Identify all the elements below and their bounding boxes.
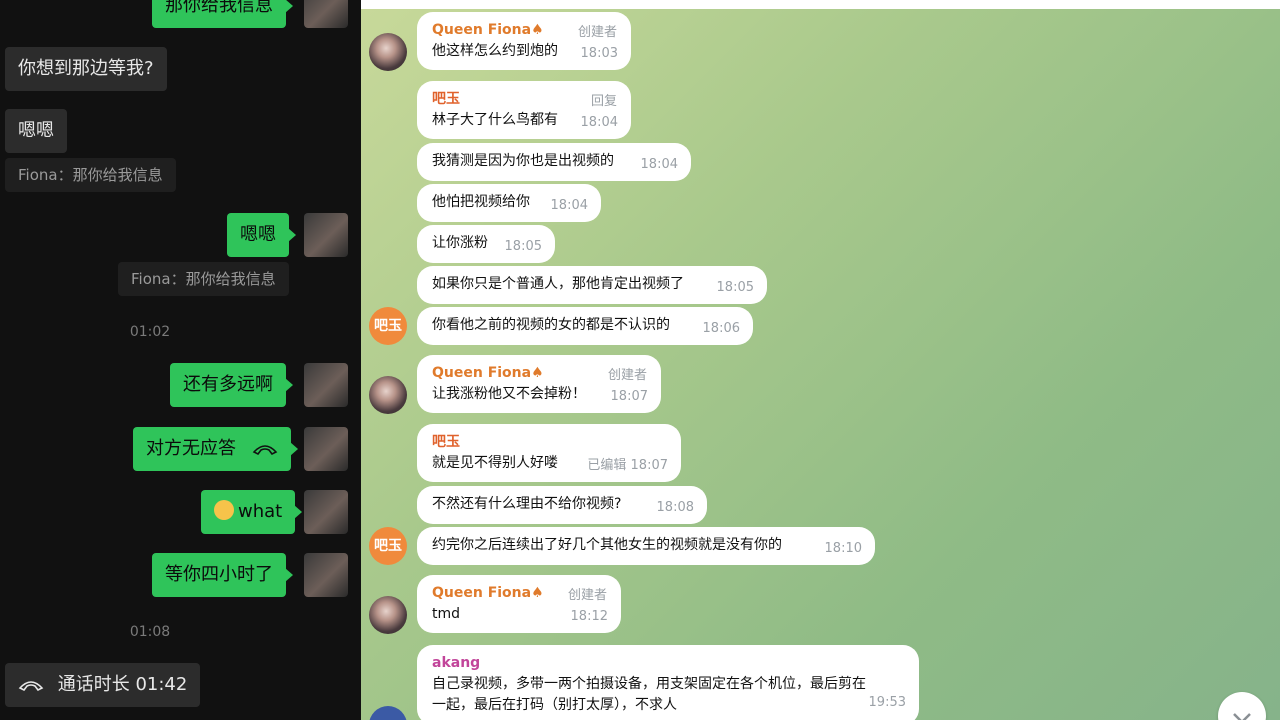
message-bubble[interactable]: 如果你只是个普通人，那他肯定出视频了 18:05 [417,266,767,304]
message-text: 你看他之前的视频的女的都是不认识的 [432,317,670,333]
avatar[interactable] [304,213,348,257]
message-text: 不然还有什么理由不给你视频? [432,496,622,512]
quote-text: Fiona：那你给我信息 [18,166,163,184]
message-text: 一起，最后在打码（别打太厚），不求人 [432,697,677,713]
wechat-chat-pane: 那你给我信息 你想到那边等我? 嗯嗯 Fiona：那你给我信息 嗯嗯 Fiona… [0,0,361,720]
message-bubble-outgoing[interactable]: what [201,490,303,534]
message-bubble[interactable]: 不然还有什么理由不给你视频? 18:08 [417,486,707,524]
avatar[interactable] [304,0,348,28]
avatar[interactable] [304,363,348,407]
avatar-queen-fiona[interactable] [369,596,407,634]
message-time: 18:08 [656,500,694,515]
quote-text: Fiona：那你给我信息 [131,270,276,288]
message-time: 18:10 [824,541,862,556]
message-time: 19:53 [868,695,906,710]
message-time: 18:06 [702,321,740,336]
role-badge: 创建者 [577,25,617,40]
sender-name[interactable]: 吧玉 [432,89,617,110]
message-bubble[interactable]: Queen Fiona♠ 创建者 tmd 18:12 [417,575,621,633]
message-text: 嗯嗯 [240,224,276,245]
message-text: 你想到那边等我? [18,58,154,79]
avatar-queen-fiona[interactable] [369,376,407,414]
message-text: 通话时长 01:42 [57,674,188,695]
phone-hangup-icon [18,681,44,691]
avatar[interactable] [304,490,348,534]
avatar-akang[interactable] [369,706,407,720]
message-text: 还有多远啊 [183,374,273,395]
message-time: 18:07 [610,389,648,404]
role-badge: 创建者 [607,368,647,383]
message-time: 18:04 [550,198,588,213]
message-bubble-outgoing[interactable]: 嗯嗯 [227,213,296,257]
message-bubble[interactable]: 吧玉 回复 林子大了什么鸟都有 18:04 [417,81,631,139]
chevron-down-icon [1233,713,1251,720]
sender-name[interactable]: 吧玉 [432,432,667,453]
message-bubble-outgoing[interactable]: 等你四小时了 [152,553,293,597]
message-bubble[interactable]: Queen Fiona♠ 创建者 他这样怎么约到炮的 18:03 [417,12,631,70]
message-text: 那你给我信息 [165,0,273,16]
telegram-chat-pane: Queen Fiona♠ 创建者 他这样怎么约到炮的 18:03 吧玉 回复 林… [361,0,1280,720]
message-bubble-outgoing[interactable]: 那你给我信息 [152,0,293,28]
message-bubble[interactable]: 他怕把视频给你 18:04 [417,184,601,222]
message-bubble[interactable]: 吧玉 就是见不得别人好喽 已编辑 18:07 [417,424,681,482]
top-strip [361,0,1280,9]
reply-label: 回复 [590,94,617,109]
message-bubble[interactable]: 你看他之前的视频的女的都是不认识的 18:06 [417,307,753,345]
message-text: what [238,501,283,522]
avatar[interactable] [304,427,348,471]
message-bubble[interactable]: 约完你之后连续出了好几个其他女生的视频就是没有你的 18:10 [417,527,875,565]
message-time: 18:04 [640,157,678,172]
message-text: 对方无应答 [146,438,236,459]
message-bubble-incoming[interactable]: 嗯嗯 [5,109,67,153]
message-text: 约完你之后连续出了好几个其他女生的视频就是没有你的 [432,537,782,553]
timestamp: 01:02 [129,324,171,340]
message-text: 自己录视频，多带一两个拍摄设备，用支架固定在各个机位，最后剪在 [432,676,866,692]
avatar-bayu[interactable]: 吧玉 [369,307,407,345]
phone-hangup-icon [252,445,278,455]
message-text: 如果你只是个普通人，那他肯定出视频了 [432,276,684,292]
message-bubble[interactable]: akang 自己录视频，多带一两个拍摄设备，用支架固定在各个机位，最后剪在 一起… [417,645,919,720]
avatar[interactable] [304,553,348,597]
message-text: 等你四小时了 [165,564,273,585]
call-duration-bubble[interactable]: 通话时长 01:42 [5,663,201,707]
role-badge: 创建者 [567,588,607,603]
message-bubble[interactable]: 我猜测是因为你也是出视频的 18:04 [417,143,691,181]
message-bubble[interactable]: Queen Fiona♠ 创建者 让我涨粉他又不会掉粉！ 18:07 [417,355,661,413]
missed-call-bubble[interactable]: 对方无应答 [133,427,298,471]
timestamp: 01:08 [129,624,171,640]
sender-name[interactable]: akang [432,653,905,674]
avatar-queen-fiona[interactable] [369,33,407,71]
avatar-bayu[interactable]: 吧玉 [369,527,407,565]
message-time: 18:12 [570,609,608,624]
quoted-reply[interactable]: Fiona：那你给我信息 [118,262,289,296]
message-time: 18:03 [580,46,618,61]
message-bubble-incoming[interactable]: 你想到那边等我? [5,47,167,91]
scroll-down-button[interactable] [1218,692,1266,720]
message-time: 18:04 [580,115,618,130]
message-text: 嗯嗯 [18,120,54,141]
message-time: 已编辑 18:07 [587,458,668,473]
laughing-emoji-icon [214,500,234,520]
message-time: 18:05 [504,239,542,254]
message-time: 18:05 [716,280,754,295]
quoted-reply[interactable]: Fiona：那你给我信息 [5,158,176,192]
message-bubble[interactable]: 让你涨粉 18:05 [417,225,555,263]
message-bubble-outgoing[interactable]: 还有多远啊 [170,363,293,407]
